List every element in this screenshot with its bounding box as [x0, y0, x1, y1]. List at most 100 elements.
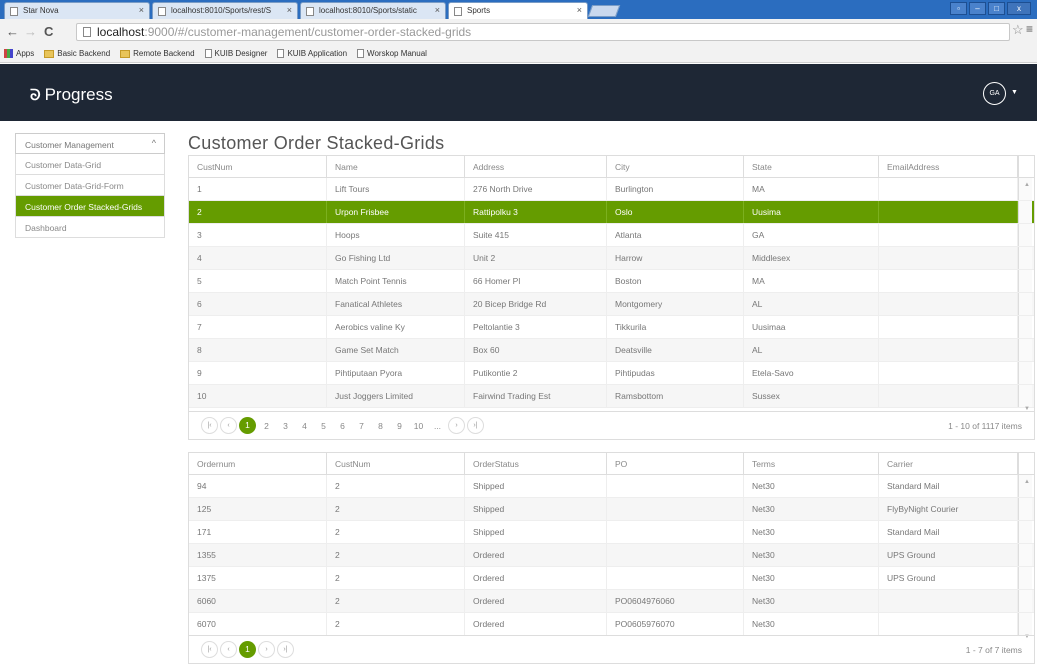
bookmark-basic-backend[interactable]: Basic Backend — [44, 49, 110, 58]
column-header[interactable]: Carrier — [879, 453, 1018, 474]
scrollbar-track[interactable] — [1018, 201, 1032, 223]
last-page-icon[interactable]: ›| — [467, 417, 484, 434]
table-row[interactable]: 6060 2 Ordered PO0604976060 Net30 — [189, 590, 1034, 613]
column-header[interactable]: CustNum — [327, 453, 465, 474]
page-number[interactable]: 5 — [315, 421, 332, 431]
bookmark-remote-backend[interactable]: Remote Backend — [120, 49, 195, 58]
bookmark-workshop-manual[interactable]: Worskop Manual — [357, 49, 427, 58]
close-icon[interactable]: × — [287, 5, 292, 15]
table-row[interactable]: 10 Just Joggers Limited Fairwind Trading E… — [189, 385, 1034, 408]
column-header[interactable]: Address — [465, 156, 607, 177]
chevron-up-icon[interactable]: ^ — [152, 138, 156, 148]
url-input[interactable]: localhost:9000/#/customer-management/cus… — [76, 23, 1010, 41]
table-row[interactable]: 8 Game Set Match Box 60 Deatsville AL — [189, 339, 1034, 362]
page-number[interactable]: 8 — [372, 421, 389, 431]
page-number[interactable]: ... — [429, 421, 446, 431]
last-page-icon[interactable]: ›| — [277, 641, 294, 658]
table-row[interactable]: 3 Hoops Suite 415 Atlanta GA — [189, 224, 1034, 247]
column-header[interactable]: State — [744, 156, 879, 177]
column-header[interactable]: Ordernum — [189, 453, 327, 474]
table-row[interactable]: 6 Fanatical Athletes 20 Bicep Bridge Rd Mon… — [189, 293, 1034, 316]
browser-tab[interactable]: localhost:8010/Sports/rest/S × — [152, 2, 298, 19]
sidebar-section-customer-management[interactable]: Customer Management ^ — [15, 133, 165, 154]
next-page-icon[interactable]: › — [258, 641, 275, 658]
page-number-current[interactable]: 1 — [239, 417, 256, 434]
first-page-icon[interactable]: |‹ — [201, 417, 218, 434]
browser-tab[interactable]: Star Nova × — [4, 2, 150, 19]
scroll-up-icon[interactable]: ▲ — [1024, 479, 1030, 485]
close-window-icon[interactable]: x — [1007, 2, 1031, 15]
reload-icon[interactable]: C — [44, 24, 53, 39]
table-row[interactable]: 7 Aerobics valine Ky Peltolantie 3 Tikkuril… — [189, 316, 1034, 339]
avatar[interactable]: GA — [983, 82, 1006, 105]
column-header[interactable]: CustNum — [189, 156, 327, 177]
scrollbar-track[interactable] — [1018, 293, 1032, 315]
page-number-current[interactable]: 1 — [239, 641, 256, 658]
browser-tab-active[interactable]: Sports × — [448, 2, 588, 19]
table-row-selected[interactable]: 2 Urpon Frisbee Rattipolku 3 Oslo Uusima — [189, 201, 1034, 224]
column-header[interactable]: Name — [327, 156, 465, 177]
column-header[interactable]: City — [607, 156, 744, 177]
sidebar-item-customer-data-grid-form[interactable]: Customer Data-Grid-Form — [15, 175, 165, 196]
column-header[interactable]: PO — [607, 453, 744, 474]
scrollbar-track[interactable] — [1018, 521, 1032, 543]
column-header[interactable]: Terms — [744, 453, 879, 474]
first-page-icon[interactable]: |‹ — [201, 641, 218, 658]
scrollbar-track[interactable] — [1018, 590, 1032, 612]
maximize-icon[interactable]: □ — [988, 2, 1005, 15]
close-icon[interactable]: × — [139, 5, 144, 15]
table-row[interactable]: 9 Pihtiputaan Pyora Putikontie 2 Pihtipudas… — [189, 362, 1034, 385]
scrollbar-track[interactable] — [1018, 498, 1032, 520]
progress-logo[interactable]: ᘐ Progress — [30, 85, 113, 105]
table-row[interactable]: 125 2 Shipped Net30 FlyByNight Courier — [189, 498, 1034, 521]
column-header[interactable]: OrderStatus — [465, 453, 607, 474]
scrollbar-track[interactable] — [1018, 247, 1032, 269]
bookmark-apps[interactable]: Apps — [4, 49, 34, 58]
prev-page-icon[interactable]: ‹ — [220, 417, 237, 434]
sidebar-item-dashboard[interactable]: Dashboard — [15, 217, 165, 238]
star-icon[interactable]: ☆ — [1012, 22, 1024, 38]
page-number[interactable]: 6 — [334, 421, 351, 431]
scrollbar-track[interactable] — [1018, 613, 1032, 635]
page-number[interactable]: 4 — [296, 421, 313, 431]
minimize-icon[interactable]: – — [969, 2, 986, 15]
page-number[interactable]: 7 — [353, 421, 370, 431]
table-row[interactable]: 1 Lift Tours 276 North Drive Burlington MA — [189, 178, 1034, 201]
menu-icon[interactable]: ≡ — [1026, 22, 1033, 36]
prev-page-icon[interactable]: ‹ — [220, 641, 237, 658]
sidebar-item-customer-order-stacked-grids[interactable]: Customer Order Stacked-Grids — [15, 196, 165, 217]
sidebar-item-customer-data-grid[interactable]: Customer Data-Grid — [15, 154, 165, 175]
scrollbar-track[interactable] — [1018, 224, 1032, 246]
scrollbar-track[interactable] — [1018, 316, 1032, 338]
page-number[interactable]: 10 — [410, 421, 427, 431]
bookmark-kuib-designer[interactable]: KUIB Designer — [204, 49, 267, 58]
column-header[interactable]: EmailAddress — [879, 156, 1018, 177]
forward-arrow-icon[interactable]: → — [24, 24, 37, 39]
table-row[interactable]: 94 2 Shipped Net30 Standard Mail — [189, 475, 1034, 498]
table-row[interactable]: 6070 2 Ordered PO0605976070 Net30 — [189, 613, 1034, 636]
close-icon[interactable]: × — [577, 5, 582, 15]
table-row[interactable]: 5 Match Point Tennis 66 Homer Pl Boston MA — [189, 270, 1034, 293]
close-icon[interactable]: × — [435, 5, 440, 15]
bookmark-kuib-application[interactable]: KUIB Application — [277, 49, 347, 58]
table-row[interactable]: 1375 2 Ordered Net30 UPS Ground — [189, 567, 1034, 590]
scrollbar-track[interactable] — [1018, 385, 1032, 407]
table-row[interactable]: 1355 2 Ordered Net30 UPS Ground — [189, 544, 1034, 567]
scroll-up-icon[interactable]: ▲ — [1024, 182, 1030, 188]
table-row[interactable]: 4 Go Fishing Ltd Unit 2 Harrow Middlesex — [189, 247, 1034, 270]
page-number[interactable]: 2 — [258, 421, 275, 431]
browser-tab[interactable]: localhost:8010/Sports/static × — [300, 2, 446, 19]
caret-down-icon[interactable]: ▼ — [1011, 89, 1018, 96]
page-number[interactable]: 9 — [391, 421, 408, 431]
scrollbar-track[interactable] — [1018, 270, 1032, 292]
restore-icon[interactable]: ▫ — [950, 2, 967, 15]
page-number[interactable]: 3 — [277, 421, 294, 431]
scrollbar-track[interactable] — [1018, 339, 1032, 361]
new-tab-button[interactable] — [587, 5, 621, 17]
scrollbar-track[interactable] — [1018, 362, 1032, 384]
back-arrow-icon[interactable]: ← — [6, 24, 19, 39]
scrollbar-track[interactable] — [1018, 567, 1032, 589]
table-row[interactable]: 171 2 Shipped Net30 Standard Mail — [189, 521, 1034, 544]
next-page-icon[interactable]: › — [448, 417, 465, 434]
scrollbar-track[interactable] — [1018, 544, 1032, 566]
